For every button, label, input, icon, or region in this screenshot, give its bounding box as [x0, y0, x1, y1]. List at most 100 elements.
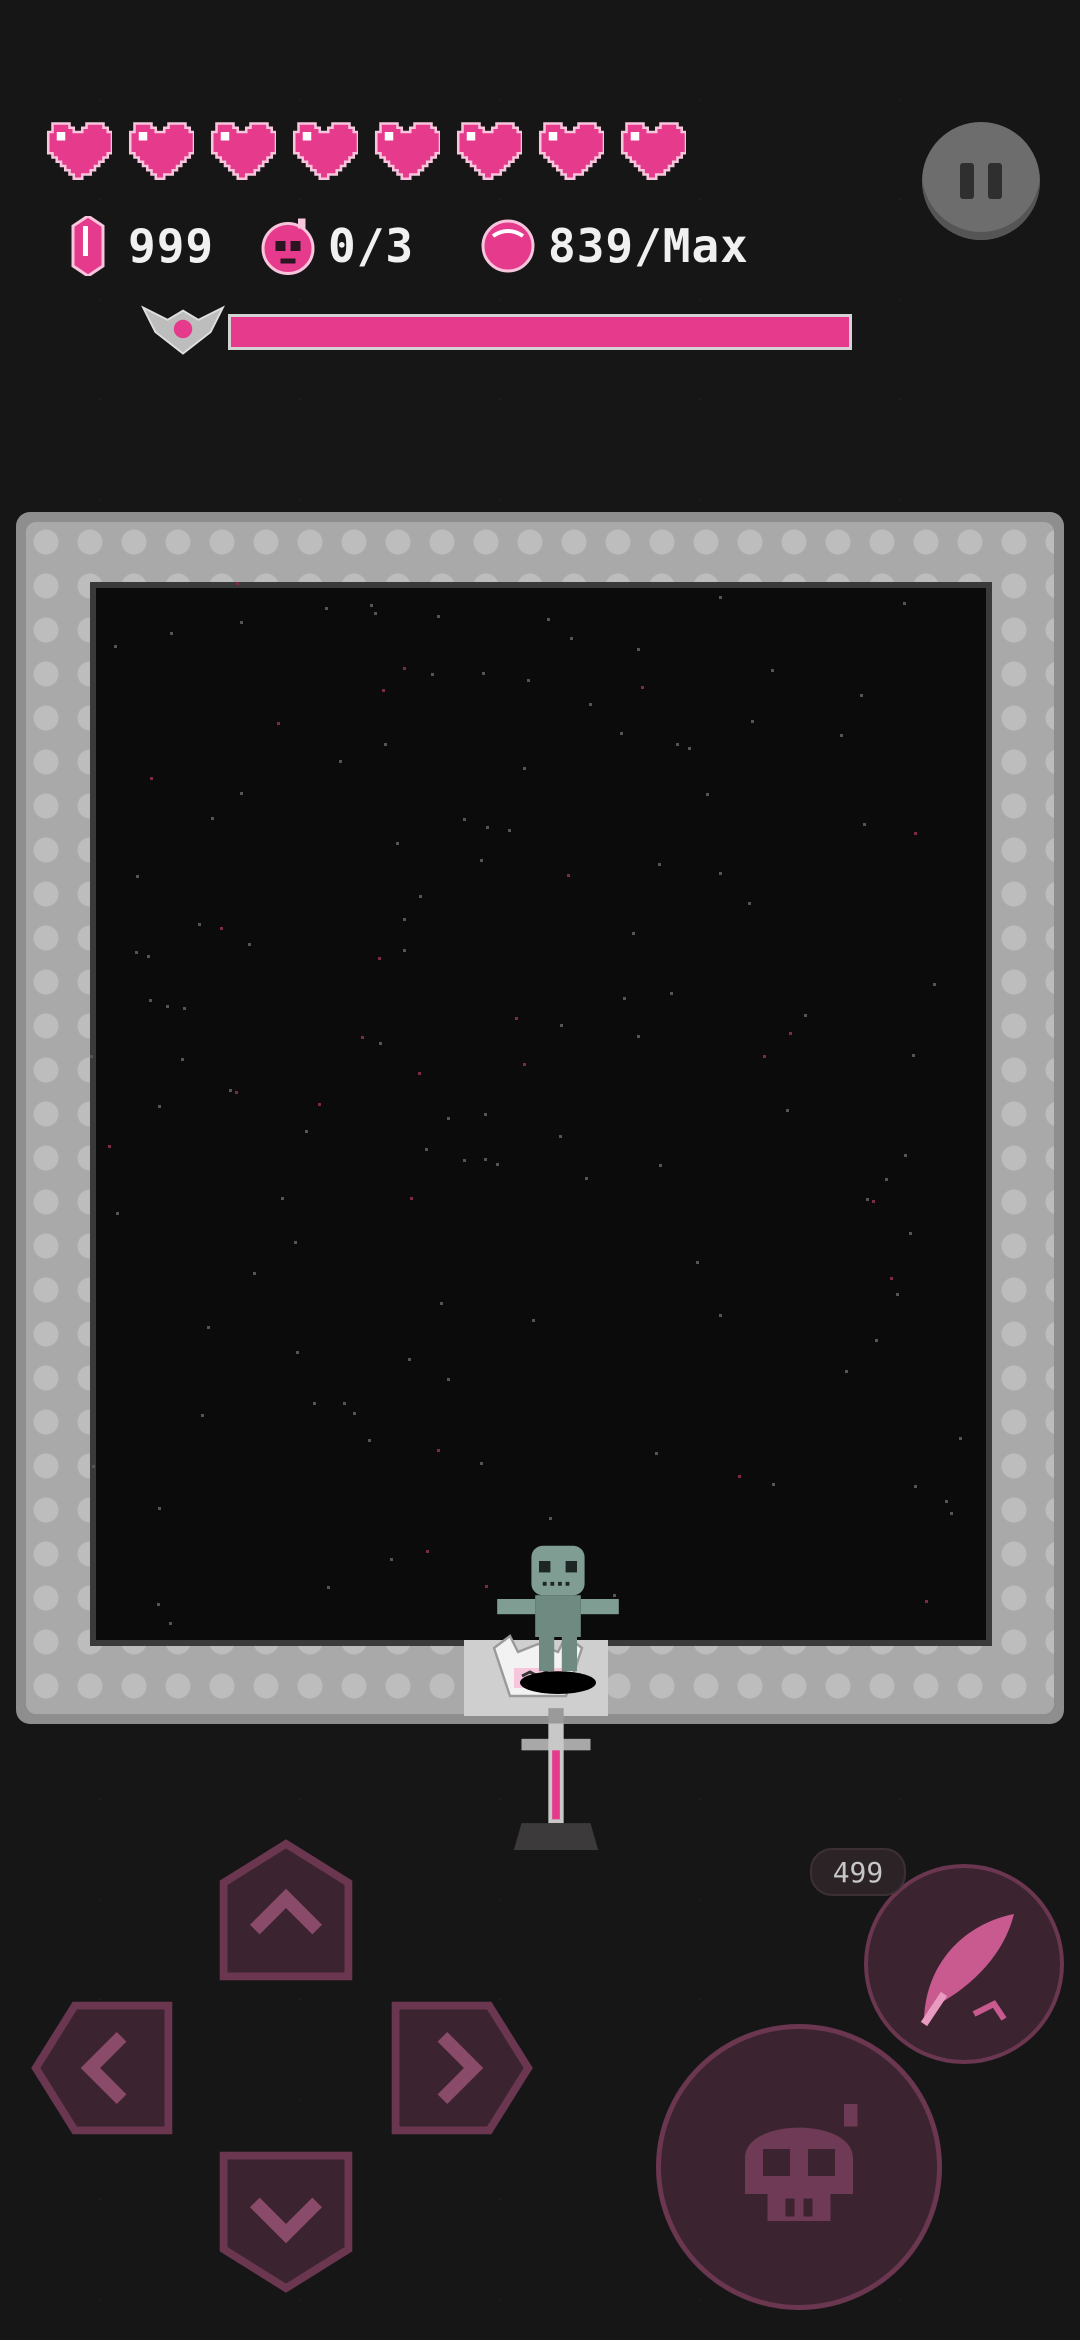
- floor-star: [108, 1145, 111, 1148]
- bomb-count: 0/3: [328, 219, 415, 273]
- floor-star: [447, 1117, 450, 1120]
- floor-star: [688, 747, 691, 750]
- boss-health: [140, 298, 860, 360]
- floor-star: [408, 1358, 411, 1361]
- floor-star: [696, 1261, 699, 1264]
- floor-star: [804, 1014, 807, 1017]
- orb-counter: 839/Max: [478, 216, 749, 276]
- floor-star: [786, 1109, 789, 1112]
- dpad-right-button[interactable]: [380, 1990, 536, 2146]
- floor-star: [559, 1135, 562, 1138]
- heart-icon: [538, 122, 604, 180]
- floor-star: [719, 872, 722, 875]
- floor-star: [325, 607, 328, 610]
- dpad-up-button[interactable]: [208, 1836, 364, 1992]
- floor-star: [166, 1005, 169, 1008]
- floor-star: [135, 951, 138, 954]
- floor-star: [240, 621, 243, 624]
- floor-star: [183, 1007, 186, 1010]
- floor-star: [382, 689, 385, 692]
- hud: 999 0/3 839/Max: [0, 0, 1080, 380]
- floor-star: [296, 1351, 299, 1354]
- crystal-icon: [71, 216, 105, 276]
- floor-star: [863, 823, 866, 826]
- floor-star: [410, 1197, 413, 1200]
- floor-star: [549, 1517, 552, 1520]
- floor-star: [748, 902, 751, 905]
- floor-star: [527, 679, 530, 682]
- floor-star: [885, 1178, 888, 1181]
- floor-star: [655, 1452, 658, 1455]
- floor-star: [585, 1177, 588, 1180]
- floor-star: [403, 667, 406, 670]
- floor-star: [418, 1072, 421, 1075]
- floor-star: [903, 602, 906, 605]
- dpad-left-button[interactable]: [28, 1990, 184, 2146]
- floor-star: [632, 932, 635, 935]
- sword-in-stone[interactable]: [510, 1708, 602, 1854]
- floor-star: [623, 997, 626, 1000]
- floor-star: [181, 1058, 184, 1061]
- floor-star: [378, 957, 381, 960]
- floor-star: [945, 1500, 948, 1503]
- bomb-skull-icon: [261, 218, 315, 275]
- skull-bomb-icon: [745, 2104, 858, 2221]
- floor-star: [431, 673, 434, 676]
- floor-star: [840, 734, 843, 737]
- floor-star: [236, 582, 239, 585]
- floor-star: [567, 874, 570, 877]
- floor-star: [904, 1154, 907, 1157]
- floor-star: [772, 1483, 775, 1486]
- skill-charge-count: 499: [832, 1855, 884, 1889]
- floor-star: [170, 632, 173, 635]
- floor-star: [912, 1054, 915, 1057]
- floor-star: [496, 1163, 499, 1166]
- floor-star: [641, 686, 644, 689]
- heart-icon: [374, 122, 440, 180]
- crystal-counter: 999: [58, 216, 214, 276]
- floor-star: [90, 1055, 93, 1058]
- floor-star: [508, 829, 511, 832]
- feather-quill-icon: [920, 1914, 1014, 2027]
- floor-star: [872, 1200, 875, 1203]
- floor-star: [463, 818, 466, 821]
- floor-star: [149, 999, 152, 1002]
- heart-icon: [210, 122, 276, 180]
- attack-button[interactable]: [656, 2024, 942, 2310]
- floor-star: [933, 983, 936, 986]
- floor-star: [437, 615, 440, 618]
- floor-star: [845, 1370, 848, 1373]
- floor-star: [158, 1105, 161, 1108]
- floor-star: [169, 1622, 172, 1625]
- floor-star: [738, 1475, 741, 1478]
- floor-star: [353, 1412, 356, 1415]
- boss-health-fill: [231, 317, 849, 347]
- floor-star: [909, 1232, 912, 1235]
- boss-health-bar: [228, 314, 852, 350]
- floor-star: [229, 1089, 232, 1092]
- floor-star: [719, 1314, 722, 1317]
- skill-button[interactable]: [864, 1864, 1064, 2064]
- pause-button[interactable]: [922, 122, 1040, 240]
- orb-count: 839/Max: [548, 219, 749, 273]
- floor-star: [589, 703, 592, 706]
- floor-star: [318, 1103, 321, 1106]
- floor-star: [515, 1017, 518, 1020]
- floor-star: [658, 863, 661, 866]
- dpad-down-button[interactable]: [208, 2140, 364, 2296]
- floor-star: [896, 1293, 899, 1296]
- floor-star: [570, 637, 573, 640]
- floor-star: [560, 1024, 563, 1027]
- floor-star: [207, 1326, 210, 1329]
- voodoo-doll[interactable]: [492, 1542, 624, 1694]
- floor-star: [771, 669, 774, 672]
- floor-star: [426, 1550, 429, 1553]
- floor-star: [419, 895, 422, 898]
- floor-star: [789, 1032, 792, 1035]
- floor-star: [447, 1378, 450, 1381]
- floor-star: [211, 817, 214, 820]
- floor-star: [327, 1586, 330, 1589]
- floor-star: [866, 1198, 869, 1201]
- floor-star: [240, 792, 243, 795]
- floor-star: [463, 1159, 466, 1162]
